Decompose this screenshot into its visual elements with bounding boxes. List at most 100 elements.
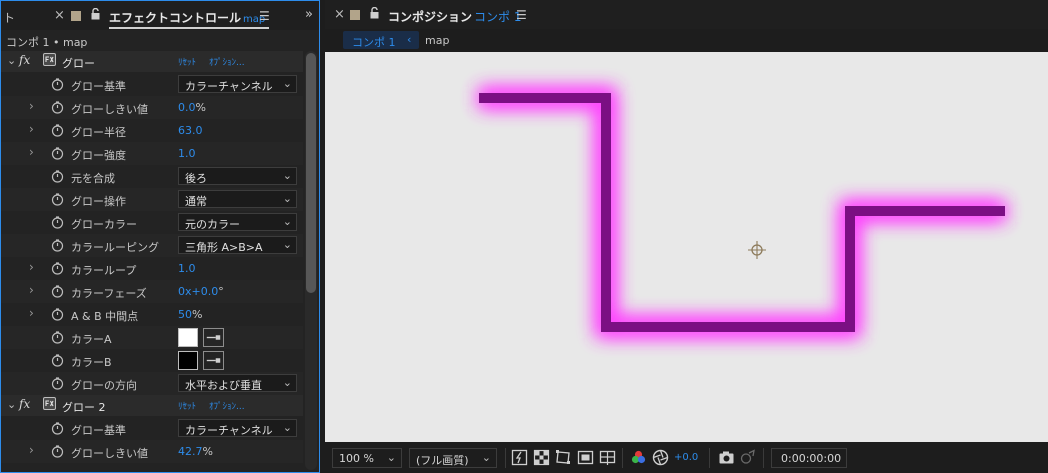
stopwatch-icon[interactable] xyxy=(51,354,64,367)
layer-breadcrumb-label[interactable]: map xyxy=(425,34,449,47)
eyedropper-icon[interactable] xyxy=(203,351,224,370)
eyedropper-icon[interactable] xyxy=(203,328,224,347)
property-value[interactable]: 42.7% xyxy=(178,445,213,458)
anchor-point-icon[interactable] xyxy=(748,241,766,259)
lock-icon[interactable] xyxy=(370,7,379,19)
stopwatch-icon[interactable] xyxy=(51,285,64,298)
effect-property-row: › カラーフェーズ 0x+0.0° xyxy=(1,280,303,303)
show-snapshot-icon[interactable] xyxy=(739,449,756,466)
map-path-stroke[interactable] xyxy=(479,93,1005,332)
chevron-down-icon[interactable]: ⌄ xyxy=(7,398,16,411)
property-dropdown[interactable]: 三角形 A>B>A ⌄ xyxy=(178,236,297,254)
property-label: グロー半径 xyxy=(71,126,126,139)
property-label: グロー基準 xyxy=(71,80,126,93)
fx-toggle-icon[interactable]: fx xyxy=(19,397,30,411)
panel-menu-icon[interactable]: ☰ xyxy=(516,8,527,22)
resolution-value: (フル画質) xyxy=(416,454,469,467)
chevron-down-icon: ⌄ xyxy=(282,215,292,228)
chevron-right-icon[interactable]: › xyxy=(29,306,34,320)
composition-viewer[interactable] xyxy=(325,52,1048,442)
effect-property-row: カラーA xyxy=(1,326,303,349)
timecode-field[interactable]: 0:00:00:00 xyxy=(771,448,847,468)
effect-property-row: › グローしきい値 0.0% xyxy=(1,96,303,119)
exposure-aperture-icon[interactable] xyxy=(652,449,669,466)
effect-options-link[interactable]: ｵﾌﾟｼｮﾝ... xyxy=(209,399,245,412)
effect-reset-link[interactable]: ﾘｾｯﾄ xyxy=(178,55,196,68)
toolbar-divider xyxy=(763,448,764,468)
color-swatch[interactable] xyxy=(178,351,198,370)
close-tab-icon[interactable]: × xyxy=(334,7,345,22)
effect-header-2[interactable]: ⌄ fx グロー 2 ﾘｾｯﾄ ｵﾌﾟｼｮﾝ... xyxy=(1,395,303,416)
chevron-right-icon[interactable]: › xyxy=(29,122,34,136)
property-value[interactable]: 1.0 xyxy=(178,262,196,275)
effect-header-1[interactable]: ⌄ fx グロー ﾘｾｯﾄ ｵﾌﾟｼｮﾝ... xyxy=(1,51,303,72)
stopwatch-icon[interactable] xyxy=(51,262,64,275)
property-value[interactable]: 0.0% xyxy=(178,101,206,114)
dropdown-value: 水平および垂直 xyxy=(185,379,262,392)
property-value[interactable]: 0x+0.0° xyxy=(178,285,224,298)
effect-property-row: グロー操作 通常 ⌄ xyxy=(1,188,303,211)
composition-tab-comp: コンポ 1 xyxy=(474,10,522,24)
stopwatch-icon[interactable] xyxy=(51,216,64,229)
effect-options-link[interactable]: ｵﾌﾟｼｮﾝ... xyxy=(209,55,245,68)
color-swatch[interactable] xyxy=(178,328,198,347)
property-value[interactable]: 1.0 xyxy=(178,147,196,160)
stopwatch-icon[interactable] xyxy=(51,331,64,344)
composition-tab-title[interactable]: コンポジション コンポ 1 xyxy=(388,8,521,25)
comp-breadcrumb-label[interactable]: コンポ 1 xyxy=(352,34,396,50)
property-dropdown[interactable]: カラーチャンネル ⌄ xyxy=(178,75,297,93)
effect-controls-tab-text: エフェクトコントロール xyxy=(109,11,242,25)
zoom-dropdown[interactable]: 100 % ⌄ xyxy=(332,448,402,468)
property-dropdown[interactable]: 通常 ⌄ xyxy=(178,190,297,208)
region-of-interest-icon[interactable] xyxy=(577,449,594,466)
effect-property-row: › グローしきい値 42.7% xyxy=(1,440,303,463)
property-dropdown[interactable]: 後ろ ⌄ xyxy=(178,167,297,185)
exposure-value[interactable]: +0.0 xyxy=(674,452,698,463)
effect-controls-tab-title[interactable]: エフェクトコントロール map xyxy=(109,9,265,26)
grid-guides-icon[interactable] xyxy=(599,449,616,466)
resolution-dropdown[interactable]: (フル画質) ⌄ xyxy=(409,448,497,468)
active-tab-underline xyxy=(109,27,269,29)
toolbar-divider xyxy=(622,448,623,468)
stopwatch-icon[interactable] xyxy=(51,78,64,91)
stopwatch-icon[interactable] xyxy=(51,445,64,458)
previous-tab-label[interactable]: ト xyxy=(3,9,15,26)
property-dropdown[interactable]: 元のカラー ⌄ xyxy=(178,213,297,231)
property-dropdown[interactable]: 水平および垂直 ⌄ xyxy=(178,374,297,392)
stopwatch-icon[interactable] xyxy=(51,170,64,183)
more-panels-icon[interactable]: » xyxy=(305,7,313,22)
chevron-right-icon[interactable]: › xyxy=(29,260,34,274)
effect-reset-link[interactable]: ﾘｾｯﾄ xyxy=(178,399,196,412)
lock-icon[interactable] xyxy=(91,8,100,20)
fast-previews-icon[interactable] xyxy=(511,449,528,466)
chevron-down-icon: ⌄ xyxy=(282,192,292,205)
stopwatch-icon[interactable] xyxy=(51,147,64,160)
stopwatch-icon[interactable] xyxy=(51,239,64,252)
panel-menu-icon[interactable]: ☰ xyxy=(259,9,270,23)
camera-snapshot-icon[interactable] xyxy=(718,449,735,466)
property-value[interactable]: 50% xyxy=(178,308,202,321)
chevron-right-icon[interactable]: › xyxy=(29,283,34,297)
effect-property-row: グロー基準 カラーチャンネル ⌄ xyxy=(1,73,303,96)
property-label: グロー強度 xyxy=(71,149,126,162)
property-dropdown[interactable]: カラーチャンネル ⌄ xyxy=(178,419,297,437)
scrollbar-thumb[interactable] xyxy=(306,53,316,293)
stopwatch-icon[interactable] xyxy=(51,101,64,114)
stopwatch-icon[interactable] xyxy=(51,193,64,206)
effect-property-row: › グロー強度 1.0 xyxy=(1,142,303,165)
stopwatch-icon[interactable] xyxy=(51,308,64,321)
chevron-right-icon[interactable]: › xyxy=(29,99,34,113)
close-tab-icon[interactable]: × xyxy=(54,8,65,23)
chevron-down-icon[interactable]: ⌄ xyxy=(7,54,16,67)
stopwatch-icon[interactable] xyxy=(51,422,64,435)
channel-rgb-icon[interactable] xyxy=(630,449,647,466)
property-value[interactable]: 63.0 xyxy=(178,124,203,137)
chevron-right-icon[interactable]: › xyxy=(29,443,34,457)
stopwatch-icon[interactable] xyxy=(51,124,64,137)
fx-toggle-icon[interactable]: fx xyxy=(19,53,30,67)
transparency-grid-icon[interactable] xyxy=(533,449,550,466)
value-unit: ° xyxy=(218,285,224,298)
stopwatch-icon[interactable] xyxy=(51,377,64,390)
chevron-right-icon[interactable]: › xyxy=(29,145,34,159)
mask-path-icon[interactable] xyxy=(555,449,572,466)
